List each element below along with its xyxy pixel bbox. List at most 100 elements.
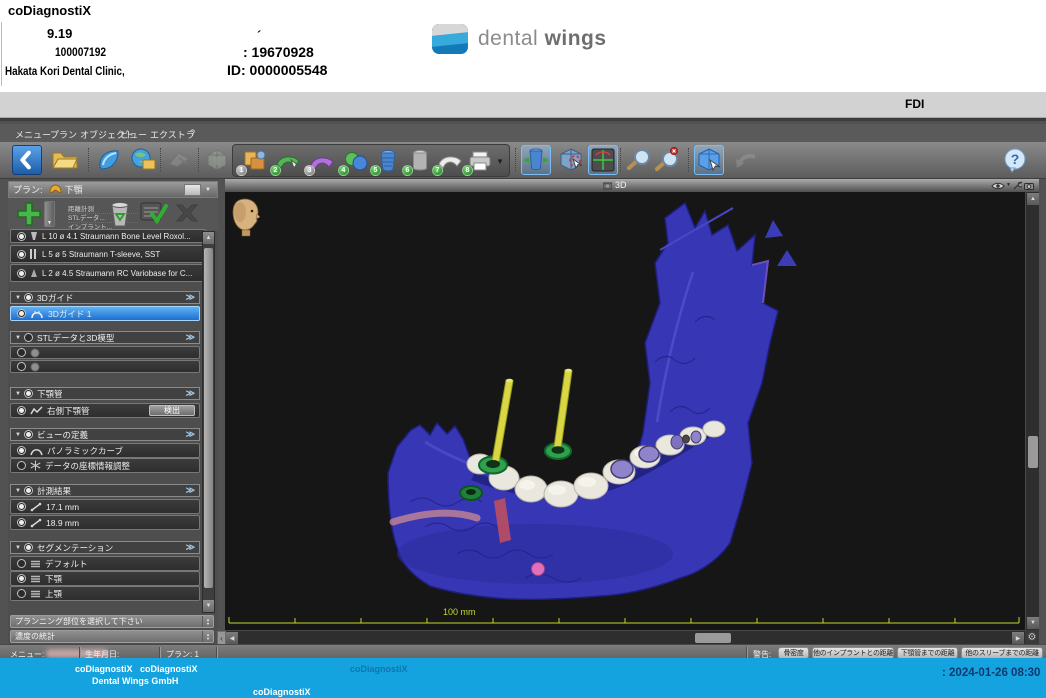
segmentation-default-item[interactable]: デフォルト (10, 556, 200, 571)
implant-1-radio[interactable] (17, 232, 26, 241)
add-object-button[interactable] (16, 201, 42, 232)
add-object-dropdown[interactable]: ▼ (44, 201, 55, 227)
tool-icon[interactable] (1013, 181, 1022, 190)
section-views-radio[interactable] (24, 430, 33, 439)
segmentation-maxilla-item[interactable]: 上顎 (10, 586, 200, 601)
section-measurements-header[interactable]: ▼ 計測結果 ≫ (10, 484, 200, 497)
sidebar-scrollbar-thumb[interactable] (204, 248, 213, 588)
scroll-down-arrow[interactable]: ▼ (1027, 617, 1039, 629)
plan-swoosh-button[interactable] (94, 145, 124, 175)
model-cursor-view-button[interactable] (556, 145, 586, 175)
slice-crosshair-view-button[interactable] (588, 145, 618, 175)
planning-site-dropdown[interactable]: プランニング部位を選択して下さい ▲▼ (10, 615, 214, 628)
section-measurements-radio[interactable] (24, 486, 33, 495)
measurement-item-1[interactable]: 17.1 mm (10, 499, 200, 514)
guide-item[interactable]: 3Dガイド 1 (10, 306, 200, 321)
detect-canal-button[interactable]: 検出 (149, 405, 195, 416)
stl-item-1-radio[interactable] (17, 348, 26, 357)
section-guide-chevron[interactable]: ≫ (186, 292, 195, 303)
viewport-settings-gear[interactable]: ⚙ (1025, 630, 1039, 644)
menu-item-help[interactable]: ? (190, 128, 195, 138)
menu-item-menu[interactable]: メニュー (15, 128, 51, 141)
implant-row-2[interactable]: L 5 ø 5 Straumann T-sleeve, SST (10, 245, 206, 263)
eye-icon[interactable] (991, 182, 1005, 190)
scroll-right-arrow[interactable]: ▶ (1012, 632, 1024, 644)
implant-2-radio[interactable] (17, 250, 26, 259)
back-button[interactable] (12, 145, 42, 175)
section-stl-radio[interactable] (24, 333, 33, 342)
section-views-header[interactable]: ▼ ビューの定義 ≫ (10, 428, 200, 441)
scroll-left-arrow[interactable]: ◀ (226, 632, 238, 644)
validate-plan-button[interactable] (140, 200, 168, 231)
implant-3-radio[interactable] (17, 269, 26, 278)
scroll-up-arrow[interactable]: ▲ (203, 232, 214, 244)
density-stats-dropdown[interactable]: 濃度の統計 ▲▼ (10, 630, 214, 643)
section-stl-header[interactable]: ▼ STLデータと3D模型 ≫ (10, 331, 200, 344)
vscrollbar-thumb[interactable] (1028, 436, 1038, 468)
section-segmentation-radio[interactable] (24, 543, 33, 552)
section-segmentation-chevron[interactable]: ≫ (186, 542, 195, 553)
stl-item-2-radio[interactable] (17, 362, 26, 371)
panoramic-curve-item[interactable]: パノラミックカーブ (10, 443, 200, 458)
guide-item-radio[interactable] (17, 309, 26, 318)
measurement-1-radio[interactable] (17, 502, 26, 511)
implant-align-view-button[interactable] (521, 145, 551, 175)
step-2-segmentation-button[interactable]: 2 (273, 146, 303, 176)
implant-row-3[interactable]: L 2 ø 4.5 Straumann RC Variobase for C..… (10, 264, 206, 282)
eye-dropdown-arrow[interactable]: ▼ (1006, 182, 1011, 188)
step-6-sleeve-button[interactable]: 6 (405, 146, 435, 176)
stl-item-1[interactable] (10, 346, 200, 359)
close-plan-button[interactable] (174, 202, 200, 229)
undo-button[interactable] (732, 145, 762, 175)
send-button[interactable] (164, 145, 194, 175)
zoom-button[interactable] (624, 145, 654, 175)
menu-item-view[interactable]: ビュー (120, 128, 147, 141)
section-canal-radio[interactable] (24, 389, 33, 398)
sidebar-scrollbar[interactable]: ▲ ▼ (202, 231, 215, 613)
plan-dropdown-arrow[interactable]: ▼ (205, 187, 211, 193)
model-cube-button[interactable] (202, 145, 232, 175)
steps-dropdown-button[interactable]: ▼ (493, 146, 507, 176)
menu-item-plan[interactable]: プラン (50, 128, 77, 141)
sidebar-collapse-button[interactable]: ‹ (217, 631, 226, 645)
segmentation-mandible-radio[interactable] (17, 574, 26, 583)
section-canal-header[interactable]: ▼ 下顎管 ≫ (10, 387, 200, 400)
section-guide-radio[interactable] (24, 293, 33, 302)
segmentation-maxilla-radio[interactable] (17, 589, 26, 598)
implant-row-1[interactable]: L 10 ø 4.1 Straumann Bone Level Roxol... (10, 229, 206, 243)
section-measurements-chevron[interactable]: ≫ (186, 485, 195, 496)
open-folder-button[interactable] (50, 145, 80, 175)
section-segmentation-header[interactable]: ▼ セグメンテーション ≫ (10, 541, 200, 554)
import-globe-button[interactable] (128, 145, 158, 175)
hscrollbar-thumb[interactable] (695, 633, 731, 643)
step-4-model-align-button[interactable]: 4 (341, 146, 371, 176)
segmentation-mandible-item[interactable]: 下顎 (10, 571, 200, 586)
coordinate-adjust-radio[interactable] (17, 461, 26, 470)
step-8-print-button[interactable]: 8 (465, 146, 495, 176)
camera-icon[interactable] (1024, 182, 1034, 190)
measurement-2-radio[interactable] (17, 518, 26, 527)
panoramic-curve-radio[interactable] (17, 446, 26, 455)
measurement-item-2[interactable]: 18.9 mm (10, 515, 200, 530)
stl-item-2[interactable] (10, 360, 200, 373)
viewport-hscrollbar[interactable]: ◀ ▶ (225, 630, 1025, 644)
step-3-panoramic-button[interactable]: 3 (307, 146, 337, 176)
menu-item-extra[interactable]: エクストラ (150, 128, 195, 141)
section-stl-chevron[interactable]: ≫ (186, 332, 195, 343)
viewport-vscrollbar[interactable]: ▲ ▼ (1025, 192, 1039, 630)
scroll-down-arrow[interactable]: ▼ (203, 600, 214, 612)
canal-item[interactable]: 右側下顎管 検出 (10, 403, 200, 418)
section-guide-header[interactable]: ▼ 3Dガイド ≫ (10, 291, 200, 304)
help-button[interactable]: ? (1000, 145, 1030, 175)
cube-select-button[interactable] (694, 145, 724, 175)
step-1-patient-data-button[interactable]: 1 (239, 146, 269, 176)
zoom-disabled-button[interactable] (652, 145, 682, 175)
step-7-guide-button[interactable]: 7 (435, 146, 465, 176)
scroll-up-arrow[interactable]: ▲ (1027, 193, 1039, 205)
section-views-chevron[interactable]: ≫ (186, 429, 195, 440)
plan-window-button[interactable] (184, 184, 201, 196)
canal-item-radio[interactable] (17, 406, 26, 415)
3d-canvas[interactable]: 100 mm (225, 192, 1025, 630)
segmentation-default-radio[interactable] (17, 559, 26, 568)
coordinate-adjust-item[interactable]: データの座標情報調整 (10, 458, 200, 473)
